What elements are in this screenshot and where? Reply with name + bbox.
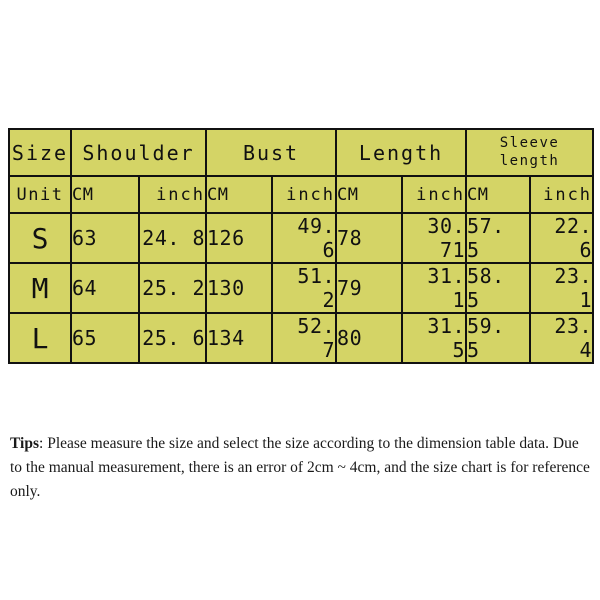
- tips-note: Tips: Please measure the size and select…: [10, 432, 590, 504]
- tips-label: Tips: [10, 435, 40, 452]
- unit-length-inch: inch: [401, 175, 468, 214]
- unit-shoulder-inch: inch: [137, 175, 208, 214]
- header-group-sleeve-line2: length: [499, 152, 560, 169]
- cell-sleeve-cm: 57. 5: [465, 212, 532, 264]
- cell-sleeve-inch: 23. 4: [529, 312, 595, 364]
- cell-bust-cm: 134: [205, 312, 274, 364]
- header-size-label: Size: [8, 128, 72, 177]
- header-group-bust: Bust: [205, 128, 338, 177]
- size-chart: Size Shoulder Bust Length Sleeve length …: [8, 128, 595, 364]
- header-group-length: Length: [335, 128, 468, 177]
- cell-sleeve-cm: 59. 5: [465, 312, 532, 364]
- unit-bust-inch: inch: [271, 175, 338, 214]
- unit-sleeve-cm: CM: [465, 175, 532, 214]
- cell-length-cm: 80: [335, 312, 404, 364]
- cell-shoulder-cm: 65: [70, 312, 140, 364]
- header-group-shoulder: Shoulder: [69, 128, 208, 177]
- cell-shoulder-cm: 64: [70, 262, 140, 314]
- cell-sleeve-cm: 58. 5: [465, 262, 532, 314]
- table-row: L 65 25. 6 134 52. 7 80 31. 5 59. 5 23. …: [8, 312, 595, 364]
- cell-sleeve-inch: 23. 1: [529, 262, 595, 314]
- table-unit-row: Unit CM inch CM inch CM inch CM inch: [8, 175, 595, 214]
- header-unit-label: Unit: [8, 175, 72, 214]
- header-group-sleeve-length: Sleeve length: [465, 128, 595, 177]
- cell-length-cm: 78: [335, 212, 404, 264]
- cell-shoulder-inch: 25. 2: [137, 262, 208, 314]
- row-size-label: M: [8, 262, 72, 314]
- cell-sleeve-inch: 22. 6: [529, 212, 595, 264]
- row-size-label: S: [8, 212, 72, 264]
- size-table: Size Shoulder Bust Length Sleeve length …: [8, 128, 595, 364]
- header-group-sleeve-line1: Sleeve: [499, 135, 560, 151]
- cell-shoulder-cm: 63: [70, 212, 140, 264]
- cell-shoulder-inch: 25. 6: [137, 312, 208, 364]
- unit-shoulder-cm: CM: [70, 175, 140, 214]
- cell-length-cm: 79: [335, 262, 404, 314]
- table-row: M 64 25. 2 130 51. 2 79 31. 1 58. 5 23. …: [8, 262, 595, 314]
- cell-bust-inch: 51. 2: [271, 262, 338, 314]
- table-header-row: Size Shoulder Bust Length Sleeve length: [8, 128, 595, 177]
- unit-length-cm: CM: [335, 175, 404, 214]
- cell-length-inch: 31. 1: [401, 262, 468, 314]
- cell-bust-cm: 130: [205, 262, 274, 314]
- cell-length-inch: 30. 71: [401, 212, 468, 264]
- cell-shoulder-inch: 24. 8: [137, 212, 208, 264]
- unit-sleeve-inch: inch: [529, 175, 595, 214]
- cell-bust-cm: 126: [205, 212, 274, 264]
- row-size-label: L: [8, 312, 72, 364]
- cell-bust-inch: 52. 7: [271, 312, 338, 364]
- tips-body: : Please measure the size and select the…: [10, 435, 590, 501]
- cell-length-inch: 31. 5: [401, 312, 468, 364]
- unit-bust-cm: CM: [205, 175, 274, 214]
- cell-bust-inch: 49. 6: [271, 212, 338, 264]
- table-row: S 63 24. 8 126 49. 6 78 30. 71 57. 5 22.…: [8, 212, 595, 264]
